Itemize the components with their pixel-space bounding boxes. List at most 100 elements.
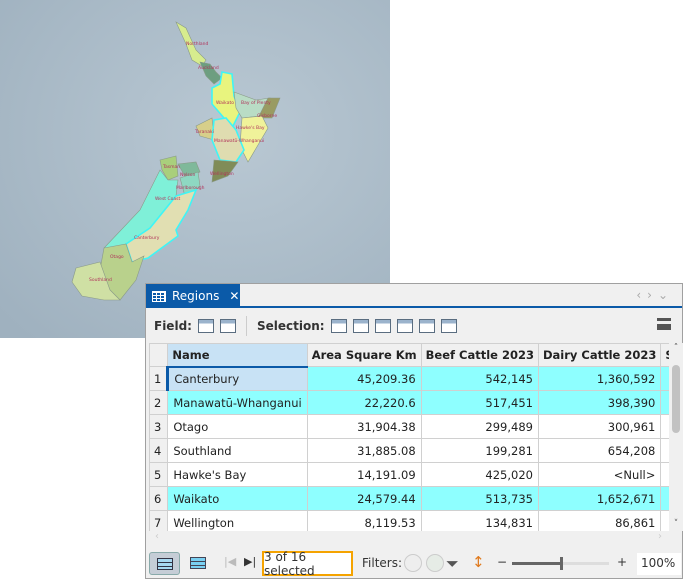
row-number[interactable]: 2 — [149, 390, 169, 415]
cell-dairy[interactable]: 86,861 — [537, 510, 662, 531]
cell-beef[interactable]: 517,451 — [420, 390, 539, 415]
last-record-icon[interactable]: ▶| — [244, 555, 256, 568]
map-label: Tasman — [162, 164, 180, 170]
cell-name[interactable]: Manawatū-Whanganui — [167, 390, 308, 415]
cell-beef[interactable]: 134,831 — [420, 510, 539, 531]
delete-selection-icon[interactable] — [418, 318, 435, 333]
clear-selection-icon[interactable] — [396, 318, 413, 333]
status-bar: |◀ ▶| 3 of 16 selected Filters: ⏷ ↕ − + … — [146, 548, 682, 578]
zoom-slider[interactable] — [512, 557, 609, 570]
cell-beef[interactable]: 299,489 — [420, 414, 539, 439]
zoom-out-button[interactable]: − — [497, 555, 507, 569]
tab-title: Regions — [172, 289, 220, 303]
selection-label: Selection: — [256, 318, 325, 333]
table-row[interactable]: 1Canterbury45,209.36542,1451,360,5924,52… — [149, 366, 683, 391]
add-field-icon[interactable] — [197, 318, 214, 333]
attribute-grid: Name Area Square Km Beef Cattle 2023 Dai… — [149, 343, 683, 531]
cell-dairy[interactable]: 1,652,671 — [537, 486, 662, 511]
filter-icon[interactable]: ⏷ — [446, 554, 459, 574]
row-number[interactable]: 5 — [149, 462, 169, 487]
map-label: Manawatū-Whanganui — [214, 138, 264, 144]
table-row[interactable]: 4Southland31,885.08199,281654,2083,046,8… — [149, 438, 683, 463]
cell-name[interactable]: Southland — [167, 438, 308, 463]
cell-beef[interactable]: 513,735 — [420, 486, 539, 511]
tab-bar: Regions ✕ ‹›⌄ — [146, 284, 682, 308]
column-header-name[interactable]: Name — [167, 343, 308, 368]
cell-area[interactable]: 31,885.08 — [306, 438, 422, 463]
map-label: Gisborne — [257, 113, 277, 119]
zoom-slider-thumb[interactable] — [559, 557, 563, 570]
copy-selection-icon[interactable] — [440, 318, 457, 333]
cell-dairy[interactable]: 1,360,592 — [537, 366, 662, 391]
field-label: Field: — [154, 318, 192, 333]
row-number[interactable]: 6 — [149, 486, 169, 511]
column-header-beef[interactable]: Beef Cattle 2023 — [420, 343, 539, 367]
switch-selection-icon[interactable] — [374, 318, 391, 333]
zoom-level[interactable]: 100% — [637, 553, 681, 575]
table-row[interactable]: 7Wellington8,119.53134,83186,8611,309,77… — [149, 510, 683, 531]
cell-area[interactable]: 14,191.09 — [306, 462, 422, 487]
swap-icon[interactable]: ↕ — [472, 553, 485, 571]
tab-regions[interactable]: Regions ✕ — [146, 284, 240, 308]
zoom-to-selection-icon[interactable] — [352, 318, 369, 333]
menu-icon[interactable] — [657, 318, 671, 330]
time-filter-icon[interactable] — [404, 554, 422, 572]
cell-beef[interactable]: 542,145 — [420, 366, 539, 391]
cell-name[interactable]: Waikato — [167, 486, 308, 511]
show-all-records-button[interactable] — [149, 552, 180, 575]
table-row[interactable]: 2 Manawatū-Whanganui 22,220.6 517,451 398,39… — [149, 390, 683, 415]
map-label: Otago — [110, 254, 124, 260]
cell-beef[interactable]: 199,281 — [420, 438, 539, 463]
cell-dairy[interactable]: <Null> — [537, 462, 662, 487]
select-all-corner[interactable] — [149, 343, 169, 367]
map-label: Auckland — [198, 65, 219, 71]
tab-navigation[interactable]: ‹›⌄ — [636, 288, 674, 302]
table-row[interactable]: 5Hawke's Bay14,191.09425,020<Null>2,602,… — [149, 462, 683, 487]
cell-area[interactable]: 31,904.38 — [306, 414, 422, 439]
cell-dairy[interactable]: 654,208 — [537, 438, 662, 463]
row-number[interactable]: 7 — [149, 510, 169, 531]
cell-name[interactable]: Canterbury — [166, 366, 308, 391]
select-by-attributes-icon[interactable] — [330, 318, 347, 333]
map-label: Taranaki — [194, 129, 214, 135]
range-filter-icon[interactable] — [426, 554, 444, 572]
show-selected-records-button[interactable] — [190, 557, 206, 569]
row-number[interactable]: 4 — [149, 438, 169, 463]
cell-dairy[interactable]: 398,390 — [537, 390, 662, 415]
vertical-scrollbar[interactable]: ˄ ˅ — [669, 343, 683, 531]
map-label: Canterbury — [134, 235, 160, 241]
map-label: Waikato — [216, 100, 234, 106]
divider — [245, 315, 247, 336]
cell-dairy[interactable]: 300,961 — [537, 414, 662, 439]
map-label: Marlborough — [176, 185, 205, 191]
table-icon — [152, 290, 166, 302]
list-icon — [156, 557, 173, 570]
map-label: Northland — [186, 41, 208, 47]
map-label: Wellington — [210, 171, 234, 177]
cell-area[interactable]: 8,119.53 — [306, 510, 422, 531]
map-label: Bay of Plenty — [241, 100, 271, 106]
cell-area[interactable]: 22,220.6 — [306, 390, 422, 415]
column-header-dairy[interactable]: Dairy Cattle 2023 — [537, 343, 662, 367]
first-record-icon[interactable]: |◀ — [224, 555, 236, 568]
horizontal-scrollbar[interactable]: ‹ › — [149, 531, 666, 545]
cell-name[interactable]: Otago — [167, 414, 308, 439]
scroll-thumb[interactable] — [672, 365, 680, 433]
column-header-area[interactable]: Area Square Km — [306, 343, 422, 367]
map-label: Southland — [89, 277, 112, 283]
cell-name[interactable]: Hawke's Bay — [167, 462, 308, 487]
cell-area[interactable]: 24,579.44 — [306, 486, 422, 511]
cell-area[interactable]: 45,209.36 — [306, 366, 422, 391]
table-toolbar: Field: Selection: — [149, 311, 679, 340]
close-icon[interactable]: ✕ — [229, 289, 239, 303]
calculate-field-icon[interactable] — [219, 318, 236, 333]
zoom-in-button[interactable]: + — [617, 555, 627, 569]
filters-label: Filters: — [362, 556, 403, 570]
table-row[interactable]: 3Otago31,904.38299,489300,9614,110,844 — [149, 414, 683, 439]
cell-name[interactable]: Wellington — [167, 510, 308, 531]
cell-beef[interactable]: 425,020 — [420, 462, 539, 487]
row-number[interactable]: 1 — [149, 366, 169, 391]
row-number[interactable]: 3 — [149, 414, 169, 439]
selection-count: 3 of 16 selected — [262, 550, 353, 578]
table-row[interactable]: 6Waikato24,579.44513,7351,652,6711,378,4… — [149, 486, 683, 511]
